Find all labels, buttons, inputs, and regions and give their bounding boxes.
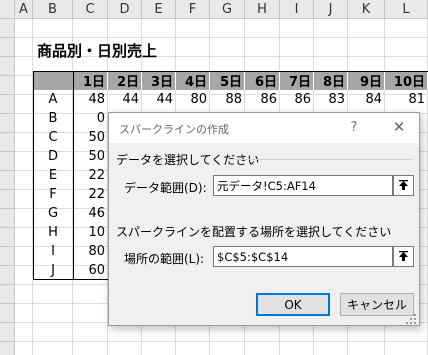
day-header: 10日	[385, 71, 428, 90]
day-header: 9日	[348, 71, 385, 90]
sales-cell[interactable]: 10	[73, 223, 108, 242]
sales-cell[interactable]: 84	[348, 90, 385, 109]
data-range-picker-button[interactable]	[393, 175, 414, 196]
column-header-d[interactable]: D	[108, 0, 142, 19]
table-border-left	[33, 71, 34, 280]
sales-cell[interactable]: 50	[73, 147, 108, 166]
data-range-input[interactable]: 元データ!C5:AF14	[213, 175, 393, 196]
row-header[interactable]	[0, 228, 15, 247]
row-header[interactable]	[0, 266, 15, 285]
day-header: 7日	[280, 71, 314, 90]
product-label: E	[48, 168, 58, 183]
column-header-i[interactable]: I	[280, 0, 314, 19]
row-header[interactable]	[0, 342, 15, 355]
location-range-input[interactable]: $C$5:$C$14	[213, 246, 393, 267]
sales-cell[interactable]: 86	[245, 90, 280, 109]
day-header: 8日	[314, 71, 348, 90]
data-range-label: データ範囲(D):	[124, 181, 207, 195]
sales-cell[interactable]: 46	[73, 204, 108, 223]
column-header-f[interactable]: F	[176, 0, 210, 19]
product-label: G	[47, 206, 59, 221]
sheet-title: 商品別・日別売上	[37, 42, 158, 60]
location-range-label: 場所の範囲(L):	[124, 252, 205, 266]
row-header[interactable]	[0, 76, 15, 95]
row-header[interactable]	[0, 95, 15, 114]
sales-cell[interactable]: 80	[73, 242, 108, 261]
product-label: C	[48, 130, 58, 145]
day-header: 1日	[73, 71, 108, 90]
gridline-horizontal	[15, 341, 428, 342]
row-header[interactable]	[0, 114, 15, 133]
column-header-g[interactable]: G	[210, 0, 245, 19]
row-header[interactable]	[0, 247, 15, 266]
resize-grip-icon[interactable]	[405, 313, 417, 325]
sales-cell[interactable]: 0	[73, 109, 108, 128]
location-range-picker-button[interactable]	[393, 246, 414, 267]
day-header: 2日	[108, 71, 142, 90]
data-section-divider	[235, 159, 413, 160]
create-sparklines-dialog: スパークラインの作成 ? ✕ データを選択してください データ範囲(D): 元デ…	[108, 112, 420, 326]
product-label: J	[51, 263, 55, 278]
day-header: 6日	[245, 71, 280, 90]
row-header[interactable]	[0, 323, 15, 342]
row-header[interactable]	[0, 19, 15, 38]
sales-cell[interactable]: 80	[176, 90, 210, 109]
table-border-mid	[73, 71, 74, 280]
row-header[interactable]	[0, 133, 15, 152]
row-header[interactable]	[0, 152, 15, 171]
select-all-corner[interactable]	[0, 0, 15, 19]
product-label: D	[47, 149, 58, 164]
dialog-title: スパークラインの作成	[119, 123, 229, 136]
product-label: A	[48, 92, 58, 107]
row-header[interactable]	[0, 171, 15, 190]
cancel-button[interactable]: キャンセル	[340, 293, 414, 316]
column-header-j[interactable]: J	[314, 0, 348, 19]
row-header[interactable]	[0, 57, 15, 76]
column-header-l[interactable]: L	[385, 0, 428, 19]
help-icon[interactable]: ?	[345, 118, 363, 136]
sales-cell[interactable]: 88	[210, 90, 245, 109]
sales-cell[interactable]: 44	[142, 90, 176, 109]
sales-cell[interactable]: 86	[280, 90, 314, 109]
day-header: 5日	[210, 71, 245, 90]
row-header[interactable]	[0, 190, 15, 209]
column-header-a[interactable]: A	[15, 0, 33, 19]
row-header[interactable]	[0, 38, 15, 57]
ok-button[interactable]: OK	[256, 293, 330, 316]
row-header[interactable]	[0, 304, 15, 323]
sales-cell[interactable]: 60	[73, 261, 108, 280]
sales-cell[interactable]: 22	[73, 166, 108, 185]
location-section-label: スパークラインを配置する場所を選択してください	[116, 225, 392, 239]
close-icon[interactable]: ✕	[389, 118, 409, 136]
column-header-h[interactable]: H	[245, 0, 280, 19]
column-header-e[interactable]: E	[142, 0, 176, 19]
range-select-icon	[399, 180, 408, 190]
column-header-c[interactable]: C	[73, 0, 108, 19]
sales-cell[interactable]: 50	[73, 128, 108, 147]
sales-cell[interactable]: 22	[73, 185, 108, 204]
day-header: 4日	[176, 71, 210, 90]
product-label: H	[48, 225, 58, 240]
gridline-horizontal	[15, 37, 428, 38]
row-header[interactable]	[0, 209, 15, 228]
column-header-b[interactable]: B	[33, 0, 73, 19]
range-select-icon	[399, 251, 408, 261]
sales-cell[interactable]: 44	[108, 90, 142, 109]
row-header[interactable]	[0, 285, 15, 304]
product-label: I	[51, 244, 55, 259]
dialog-titlebar[interactable]: スパークラインの作成 ? ✕	[109, 113, 419, 143]
sales-cell[interactable]: 48	[73, 90, 108, 109]
sales-cell[interactable]: 83	[314, 90, 348, 109]
product-label: F	[49, 187, 57, 202]
day-header: 3日	[142, 71, 176, 90]
product-label: B	[48, 111, 58, 126]
table-border-bottom	[33, 279, 108, 280]
column-header-k[interactable]: K	[348, 0, 385, 19]
sales-cell[interactable]: 81	[385, 90, 428, 109]
table-border-top	[33, 71, 428, 72]
